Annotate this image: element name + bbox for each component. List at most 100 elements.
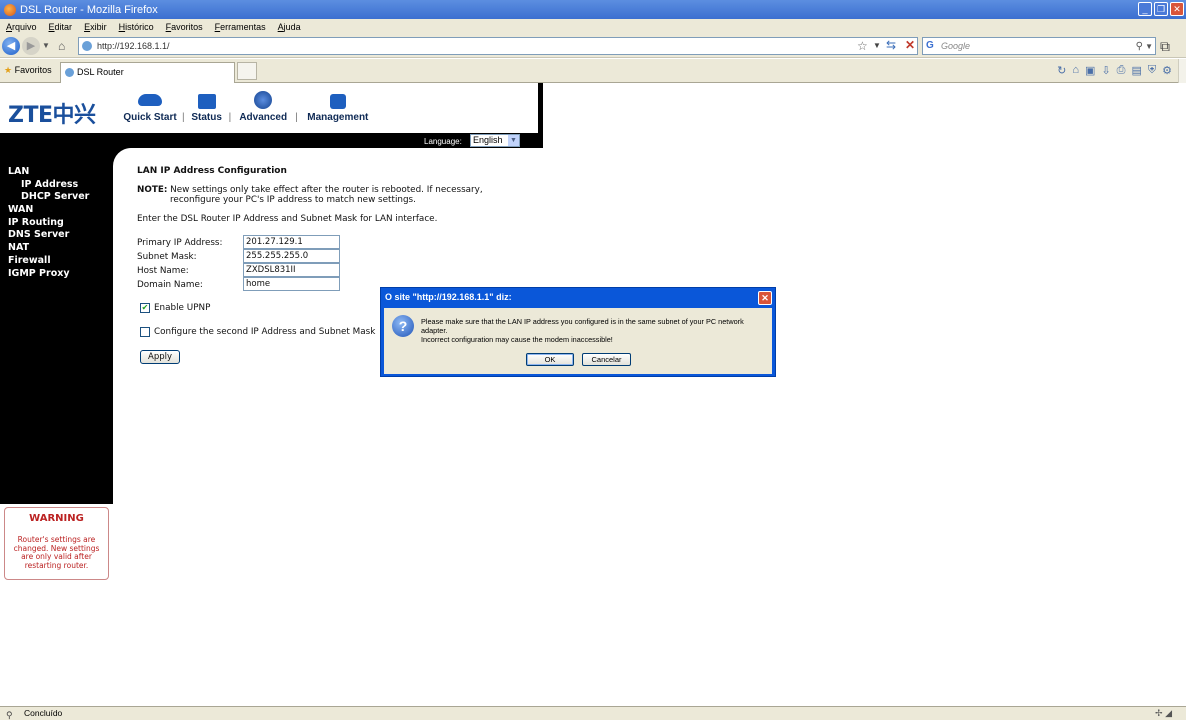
menu-historico[interactable]: Histórico: [119, 22, 154, 32]
sidebar-item-dns-server[interactable]: DNS Server: [8, 229, 89, 242]
extension-icon[interactable]: ⧉: [1160, 38, 1170, 55]
favorites-button[interactable]: ★ Favoritos: [4, 65, 52, 76]
sidebar-item-igmp-proxy[interactable]: IGMP Proxy: [8, 268, 89, 281]
status-icon: [197, 94, 216, 109]
search-input[interactable]: G Google ⚲ ▼: [922, 37, 1156, 55]
menu-favoritos[interactable]: Favoritos: [166, 22, 203, 32]
dialog-message-line1: Please make sure that the LAN IP address…: [421, 317, 744, 335]
nav-quick-start-label: Quick Start: [123, 112, 177, 123]
home-page-icon[interactable]: ⌂: [1072, 64, 1079, 77]
nav-advanced[interactable]: Advanced: [233, 91, 293, 123]
navigation-toolbar: ◀ ▶ ▼ ⌂ http://192.168.1.1/ ☆ ▼ ⇆ ✕ G Go…: [0, 34, 1186, 58]
sidebar-item-firewall[interactable]: Firewall: [8, 255, 89, 268]
apply-button[interactable]: Apply: [140, 350, 180, 364]
quick-start-icon: [138, 94, 162, 106]
domain-name-input[interactable]: home: [243, 277, 340, 291]
sidebar-item-lan[interactable]: LAN: [8, 166, 89, 179]
router-header: ZTE中兴 Quick Start | Status | Advanced | …: [0, 83, 543, 133]
restore-button[interactable]: ❐: [1154, 2, 1168, 16]
bookmark-star-icon[interactable]: ☆: [857, 39, 868, 53]
subnet-mask-input[interactable]: 255.255.255.0: [243, 249, 340, 263]
nav-quick-start[interactable]: Quick Start: [120, 94, 180, 123]
sidebar-item-dhcp-server[interactable]: DHCP Server: [8, 191, 89, 204]
instructions-text: Enter the DSL Router IP Address and Subn…: [137, 214, 438, 224]
favorites-star-icon: ★: [4, 65, 13, 75]
nav-status[interactable]: Status: [187, 94, 227, 123]
nav-separator: |: [182, 112, 185, 123]
note-line1: New settings only take effect after the …: [170, 185, 483, 195]
gear-icon[interactable]: ⚙: [1162, 64, 1172, 77]
print-icon[interactable]: ⎙: [1117, 64, 1126, 77]
nav-separator: |: [228, 112, 232, 123]
note-text: NOTE: New settings only take effect afte…: [137, 185, 517, 205]
management-icon: [329, 94, 346, 109]
dialog-message: Please make sure that the LAN IP address…: [421, 317, 766, 344]
advanced-icon: [254, 91, 273, 109]
url-dropdown-icon[interactable]: ▼: [873, 41, 881, 50]
sidebar-item-nat[interactable]: NAT: [8, 242, 89, 255]
dialog-close-button[interactable]: ✕: [758, 291, 772, 305]
sidebar-item-ip-address[interactable]: IP Address: [8, 179, 89, 192]
host-name-label: Host Name:: [137, 266, 189, 276]
menu-ajuda[interactable]: Ajuda: [278, 22, 301, 32]
forward-arrow-icon[interactable]: ▶: [22, 37, 40, 55]
search-dropdown-icon[interactable]: ▼: [1145, 39, 1153, 55]
dialog-body: ? Please make sure that the LAN IP addre…: [384, 308, 772, 374]
menu-ferramentas[interactable]: Ferramentas: [215, 22, 266, 32]
dialog-title: O site "http://192.168.1.1" diz:: [385, 292, 512, 302]
second-ip-checkbox[interactable]: [140, 327, 150, 337]
reload-icon[interactable]: ⇆: [886, 38, 896, 52]
menu-arquivo[interactable]: Arquivo: [6, 22, 37, 32]
feed-icon[interactable]: ▣: [1085, 64, 1095, 77]
refresh-icon[interactable]: ↻: [1057, 64, 1066, 77]
subnet-mask-label: Subnet Mask:: [137, 252, 197, 262]
page-title: LAN IP Address Configuration: [137, 166, 287, 176]
menu-editar[interactable]: Editar: [49, 22, 73, 32]
status-bar: ⚲ Concluído ✢ ◢: [0, 706, 1186, 720]
stop-icon[interactable]: ✕: [905, 38, 915, 52]
toolbar-icons: ↻ ⌂ ▣ ⇩ ⎙ ▤ ⛨ ⚙: [1057, 64, 1172, 77]
nav-advanced-label: Advanced: [239, 112, 288, 123]
nav-separator: |: [295, 112, 298, 123]
url-bar[interactable]: http://192.168.1.1/: [78, 37, 918, 55]
shield-icon[interactable]: ⛨: [1148, 64, 1156, 77]
language-select[interactable]: English ▼: [470, 134, 520, 147]
top-navigation: Quick Start | Status | Advanced | Manage…: [120, 91, 376, 123]
history-dropdown-icon[interactable]: ▼: [42, 41, 50, 50]
status-search-icon: ⚲: [6, 710, 13, 720]
tab-dsl-router[interactable]: DSL Router: [60, 62, 235, 83]
tab-title: DSL Router: [77, 67, 124, 77]
cancel-button[interactable]: Cancelar: [582, 353, 631, 366]
question-icon: ?: [392, 315, 414, 337]
home-icon[interactable]: ⌂: [58, 39, 65, 53]
status-addon-icon[interactable]: ✢ ◢: [1155, 707, 1172, 720]
warning-body: Router's settings are changed. New setti…: [13, 535, 100, 571]
search-icon[interactable]: ⚲: [1136, 39, 1143, 55]
menu-bar: Arquivo Editar Exibir Histórico Favorito…: [0, 19, 1186, 34]
enable-upnp-label: Enable UPNP: [154, 303, 211, 313]
sidebar-item-wan[interactable]: WAN: [8, 204, 89, 217]
page-viewport: ZTE中兴 Quick Start | Status | Advanced | …: [0, 83, 1186, 706]
note-line2: reconfigure your PC's IP address to matc…: [170, 195, 416, 205]
back-arrow-icon[interactable]: ◀: [2, 37, 20, 55]
enable-upnp-checkbox[interactable]: ✔: [140, 303, 150, 313]
favorites-label: Favoritos: [14, 65, 52, 75]
new-tab-button[interactable]: [237, 62, 257, 80]
download-icon[interactable]: ⇩: [1101, 64, 1110, 77]
toolbar-scrollbar[interactable]: [1178, 59, 1186, 83]
window-close-button[interactable]: ✕: [1170, 2, 1184, 16]
nav-status-label: Status: [191, 112, 222, 123]
page-icon[interactable]: ▤: [1131, 64, 1141, 77]
primary-ip-input[interactable]: 201.27.129.1: [243, 235, 340, 249]
zte-logo: ZTE中兴: [8, 103, 96, 128]
sidebar-item-ip-routing[interactable]: IP Routing: [8, 217, 89, 230]
minimize-button[interactable]: _: [1138, 2, 1152, 16]
ok-button[interactable]: OK: [526, 353, 574, 366]
domain-name-label: Domain Name:: [137, 280, 203, 290]
host-name-input[interactable]: ZXDSL831II: [243, 263, 340, 277]
language-value: English: [473, 135, 503, 145]
firefox-icon: [4, 3, 16, 16]
nav-management[interactable]: Management: [300, 94, 376, 123]
menu-exibir[interactable]: Exibir: [84, 22, 107, 32]
tab-page-icon: [65, 68, 74, 77]
